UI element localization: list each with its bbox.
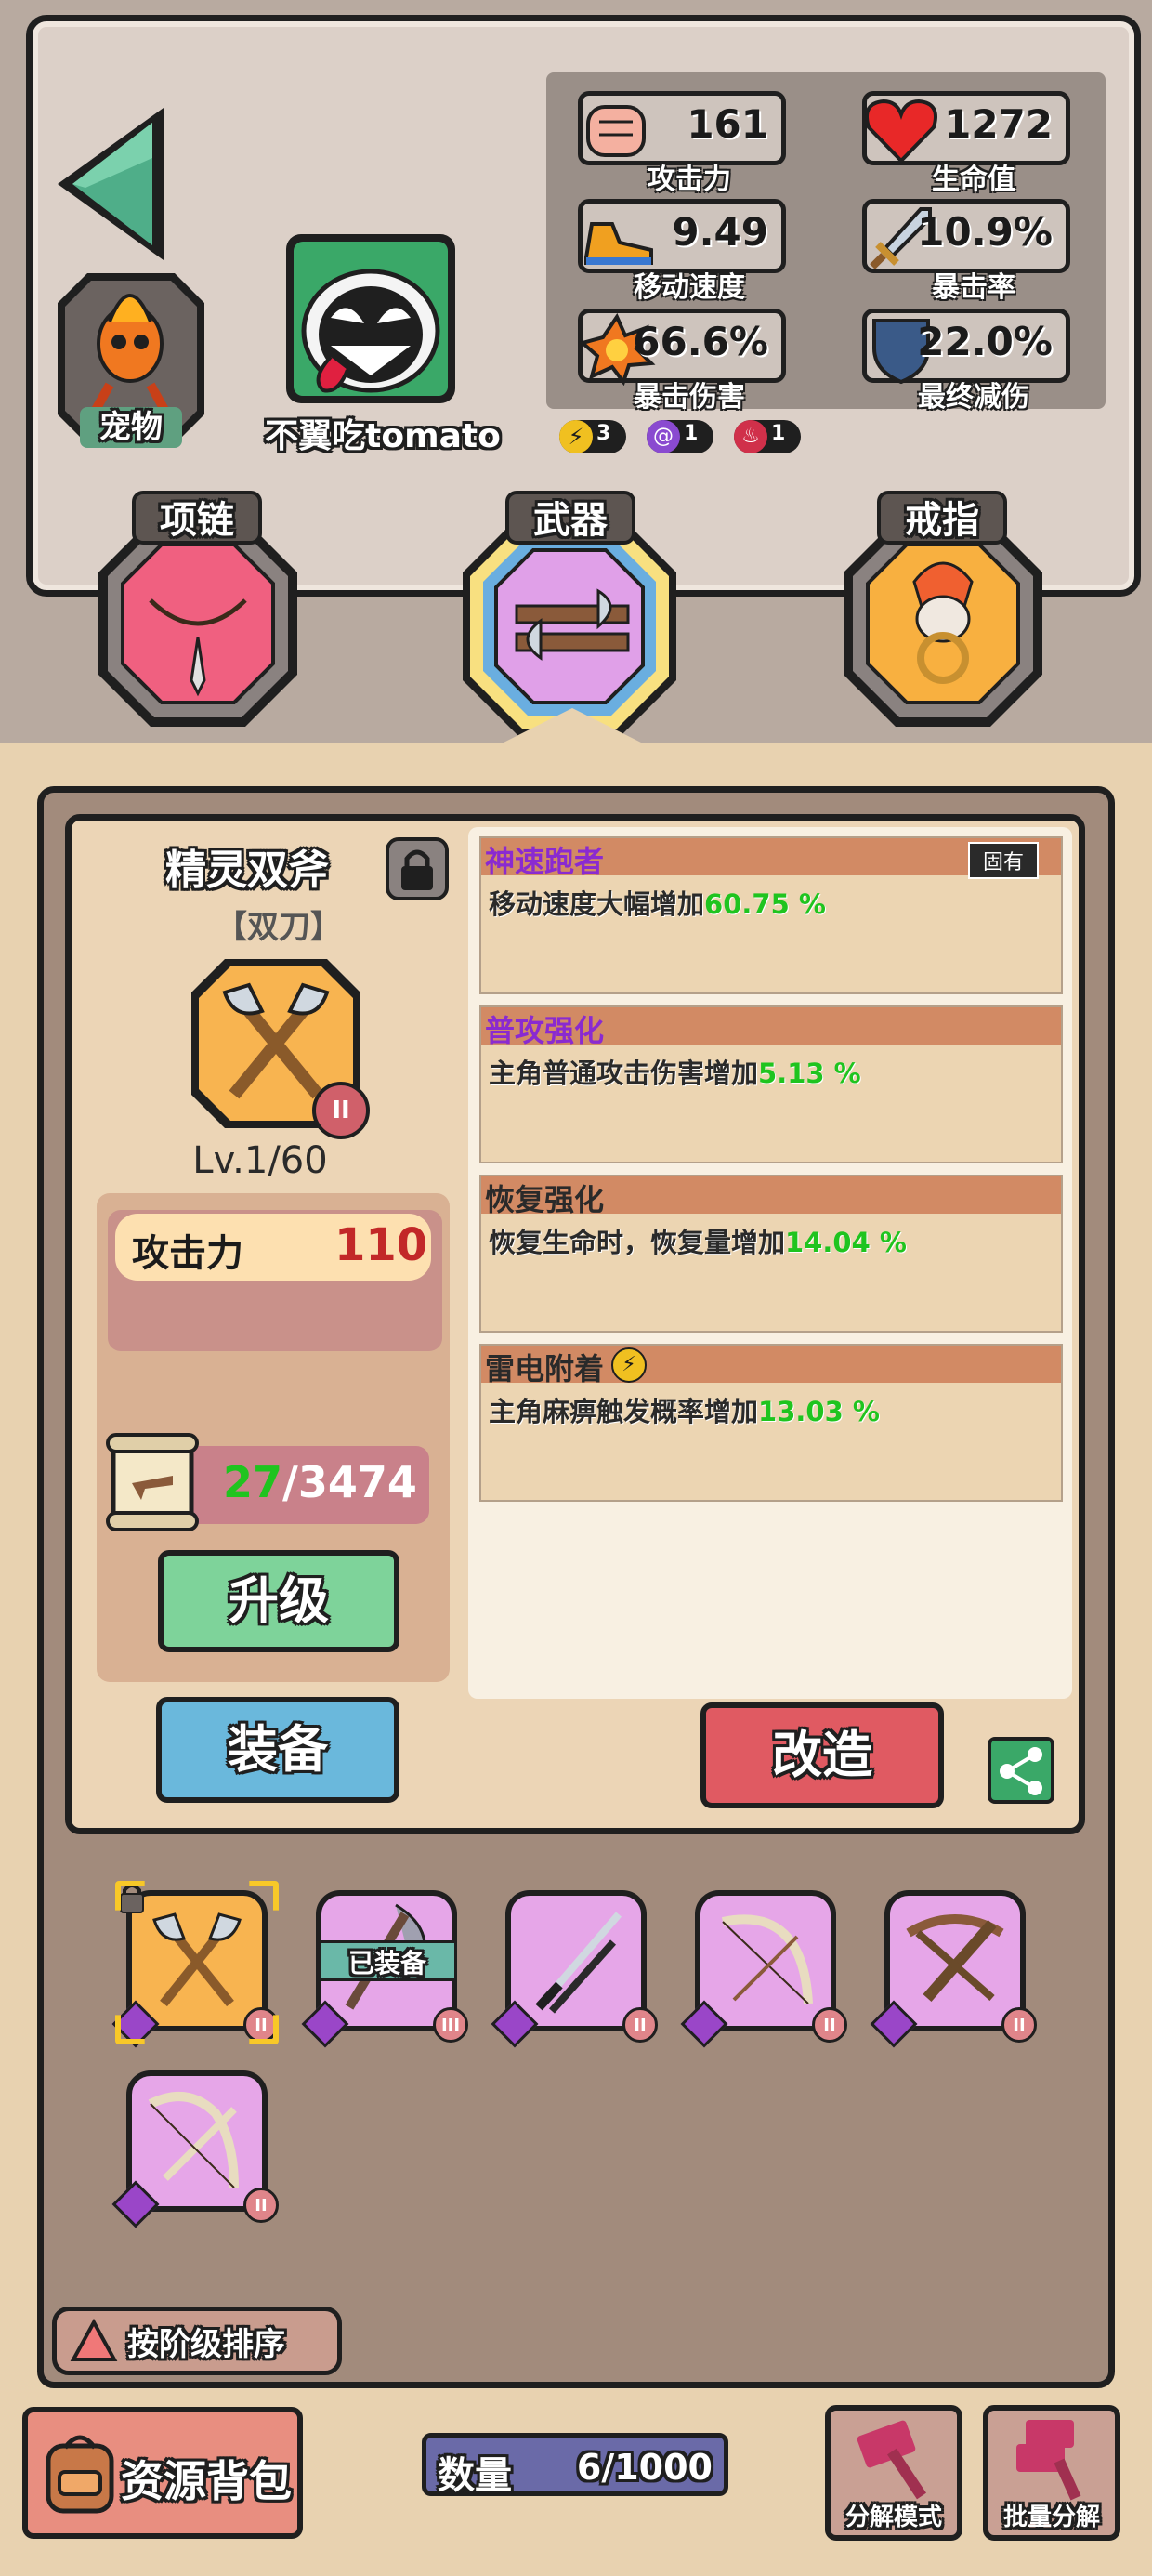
stat-hp: 1272: [862, 91, 1070, 165]
vortex-icon: @: [647, 420, 680, 453]
inventory-item-katana[interactable]: II: [491, 1890, 658, 2048]
resource-bag-label: 资源背包: [121, 2456, 292, 2506]
inventory-item-bone-bow[interactable]: II: [680, 1890, 847, 2048]
triangle-icon: [70, 2319, 118, 2361]
equip-button[interactable]: 装备: [156, 1697, 399, 1803]
affix-tag: 固有: [967, 842, 1039, 879]
count-value: 6/1000: [576, 2447, 713, 2488]
inventory-item-battle-axe[interactable]: 已装备 III: [301, 1890, 468, 2048]
affix-item: 雷电附着 ⚡ 主角麻痹触发概率增加13.03 %: [479, 1344, 1063, 1502]
crossbow-icon: [906, 1914, 1004, 2002]
batch-decompose-label: 批量分解: [1002, 2504, 1100, 2531]
necklace-slot[interactable]: [95, 517, 301, 730]
player-name: 不翼吃tomato: [265, 417, 501, 455]
bone-crossbow-icon: [148, 2092, 239, 2188]
weapon-level: Lv.1/60: [192, 1139, 328, 1182]
share-icon[interactable]: [987, 1736, 1055, 1805]
necklace-slot-title: 项链: [132, 491, 262, 545]
attack-label: 攻击力: [132, 1232, 243, 1275]
bone-bow-icon: [721, 1914, 813, 2004]
inventory-item-bone-crossbow[interactable]: II: [111, 2070, 279, 2228]
weapon-type: 【双刀】: [216, 909, 342, 946]
weapon-slot[interactable]: [459, 513, 680, 740]
lightning-icon: ⚡: [559, 420, 593, 453]
stat-move-speed-label: 移动速度: [634, 271, 745, 304]
ring-slot-title: 戒指: [877, 491, 1007, 545]
upgrade-button[interactable]: 升级: [158, 1550, 399, 1652]
avatar[interactable]: [282, 230, 459, 407]
element-badge-lightning: ⚡ 3: [559, 420, 626, 453]
stat-crit-damage-label: 暴击伤害: [634, 381, 745, 414]
batch-hammer-icon: [1016, 2420, 1081, 2501]
stat-crit-rate: 10.9%: [862, 199, 1070, 273]
lightning-icon: ⚡: [611, 1347, 647, 1383]
decompose-mode-label: 分解模式: [844, 2504, 942, 2531]
affix-item: 神速跑者 固有 移动速度大幅增加60.75 %: [479, 836, 1063, 994]
pet-label: 宠物: [80, 407, 182, 448]
selection-frame: [115, 1881, 279, 2044]
scroll-have: 27: [223, 1457, 283, 1507]
item-count-bar: 数量 6/1000: [422, 2433, 728, 2497]
stat-move-speed: 9.49: [578, 199, 786, 273]
fire-icon: ♨: [734, 420, 767, 453]
stat-attack-label: 攻击力: [648, 164, 731, 196]
batch-decompose-button[interactable]: 批量分解: [983, 2405, 1120, 2541]
hammer-icon: [857, 2420, 926, 2500]
weapon-slot-title: 武器: [505, 491, 635, 545]
stat-damage-reduction: 22.0%: [862, 309, 1070, 385]
attack-value: 110: [334, 1219, 428, 1271]
weapon-name: 精灵双斧: [165, 847, 329, 894]
sort-by-tier-button[interactable]: 按阶级排序: [52, 2307, 342, 2375]
equipped-label: 已装备: [318, 1940, 457, 1981]
stat-attack: 161: [578, 91, 786, 165]
stat-crit-rate-label: 暴击率: [932, 271, 1015, 304]
scroll-count: 27/3474: [223, 1457, 417, 1507]
scroll-need: /3474: [282, 1457, 417, 1507]
affix-item: 普攻强化 主角普通攻击伤害增加5.13 %: [479, 1005, 1063, 1163]
stat-damage-reduction-label: 最终减伤: [918, 381, 1029, 414]
selected-slot-indicator: [498, 708, 647, 745]
sort-label: 按阶级排序: [127, 2326, 285, 2363]
count-label: 数量: [438, 2454, 512, 2497]
katana-icon: [535, 1912, 622, 2014]
scroll-icon: [104, 1431, 201, 1533]
stat-crit-damage: 66.6%: [578, 309, 786, 386]
element-badge-vortex: @ 1: [647, 420, 713, 453]
stat-hp-label: 生命值: [932, 164, 1015, 196]
element-badge-fire: ♨ 1: [734, 420, 801, 453]
inventory-item-crossbow[interactable]: II: [870, 1890, 1037, 2048]
affix-item: 恢复强化 恢复生命时，恢复量增加14.04 %: [479, 1175, 1063, 1333]
weapon-tier-badge: II: [312, 1082, 370, 1139]
lock-icon[interactable]: [385, 836, 450, 901]
ring-slot[interactable]: [840, 517, 1046, 730]
decompose-mode-button[interactable]: 分解模式: [825, 2405, 962, 2541]
reforge-button[interactable]: 改造: [700, 1702, 944, 1808]
backpack-icon: [46, 2435, 114, 2514]
resource-bag-button[interactable]: 资源背包: [22, 2407, 303, 2539]
back-arrow-icon[interactable]: [48, 102, 173, 266]
